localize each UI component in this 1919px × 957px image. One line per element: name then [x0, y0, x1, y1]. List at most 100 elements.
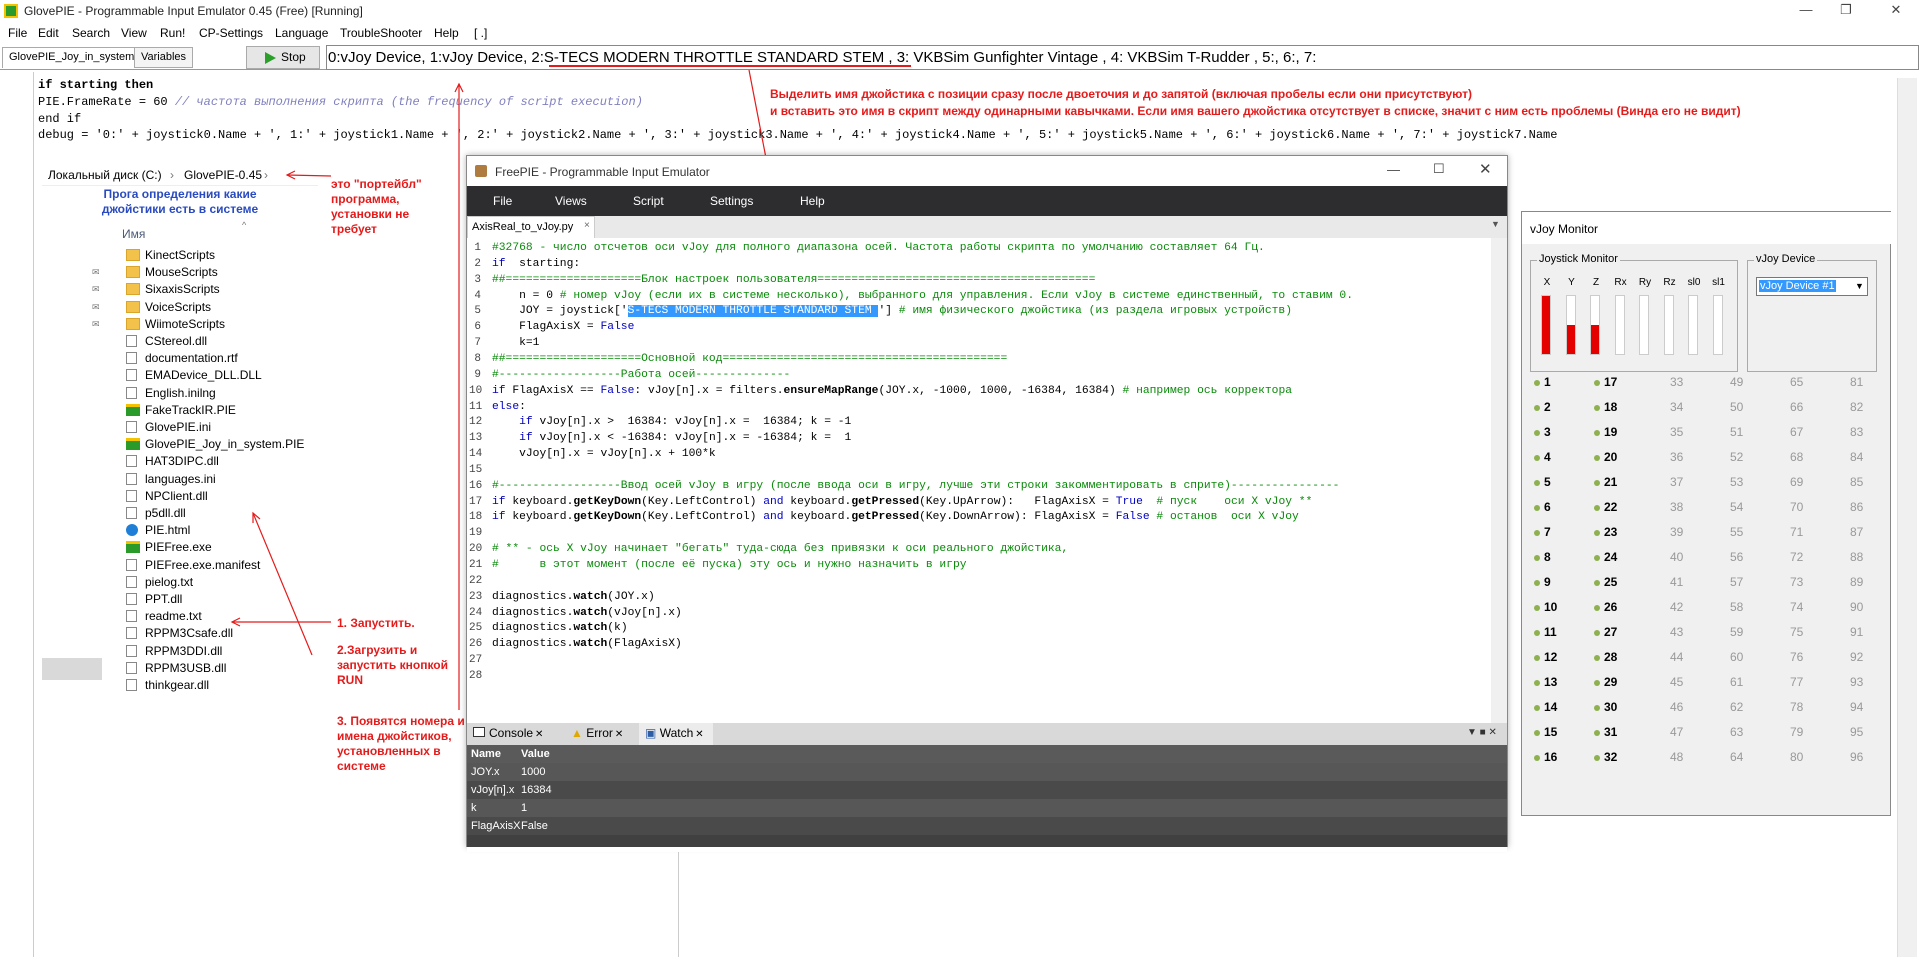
- button-indicator: 70: [1790, 500, 1804, 514]
- fp-menu-views[interactable]: Views: [555, 194, 587, 208]
- fp-menu-help[interactable]: Help: [800, 194, 825, 208]
- vjoy-device-label: vJoy Device: [1754, 253, 1818, 265]
- watch-name-cell: vJoy[n].x: [471, 784, 515, 796]
- code-line[interactable]: #------------------Ввод осей vJoy в игру…: [492, 480, 1339, 492]
- fp-minimize-icon[interactable]: —: [1387, 162, 1400, 177]
- status-dot-icon: [1594, 604, 1600, 611]
- code-line[interactable]: JOY = joystick['S-TECS MODERN THROTTLE S…: [492, 305, 1292, 318]
- button-indicator: 24: [1594, 550, 1617, 564]
- button-indicator: 71: [1790, 525, 1804, 539]
- bottom-panel: Console ✕ ▲ Error ✕ ▣ Watch ✕ ▼ ■ ✕ Name Va…: [467, 723, 1507, 847]
- device-select-value: vJoy Device #1: [1759, 280, 1836, 292]
- line-number: 18: [469, 511, 483, 524]
- fp-menu-script[interactable]: Script: [633, 194, 664, 208]
- button-indicator: 52: [1730, 450, 1744, 464]
- button-indicator: 23: [1594, 525, 1617, 539]
- code-line[interactable]: # в этот момент (после её пуска) эту ось…: [492, 559, 967, 571]
- tab-dropdown-icon[interactable]: ▼: [1491, 219, 1500, 229]
- watch-header: Name Value: [467, 745, 1507, 763]
- axis-label: Rx: [1614, 277, 1627, 288]
- button-indicator: 91: [1850, 625, 1864, 639]
- code-line[interactable]: diagnostics.watch(k): [492, 622, 628, 634]
- status-dot-icon: [1594, 404, 1600, 411]
- button-indicator: 50: [1730, 400, 1744, 414]
- line-number: 14: [469, 448, 483, 461]
- button-indicator: 92: [1850, 650, 1864, 664]
- axis-bar: [1541, 295, 1551, 355]
- table-row[interactable]: vJoy[n].x 16384: [467, 781, 1507, 799]
- button-indicator: 74: [1790, 600, 1804, 614]
- status-dot-icon: [1594, 754, 1600, 761]
- line-number: 13: [469, 432, 483, 445]
- button-indicator: 28: [1594, 650, 1617, 664]
- button-indicator: 17: [1594, 375, 1617, 389]
- device-select[interactable]: vJoy Device #1 ▼: [1756, 277, 1868, 296]
- watch-col-value[interactable]: Value: [521, 748, 550, 760]
- code-line[interactable]: k=1: [492, 337, 539, 349]
- button-indicator: 47: [1670, 725, 1684, 739]
- button-indicator: 63: [1730, 725, 1744, 739]
- code-line[interactable]: #32768 - число отсчетов оси vJoy для пол…: [492, 242, 1265, 254]
- line-number: 23: [469, 590, 483, 603]
- status-dot-icon: [1594, 554, 1600, 561]
- status-dot-icon: [1534, 704, 1540, 711]
- code-line[interactable]: diagnostics.watch(vJoy[n].x): [492, 607, 682, 619]
- code-line[interactable]: vJoy[n].x = vJoy[n].x + 100*k: [492, 448, 716, 460]
- code-line[interactable]: diagnostics.watch(JOY.x): [492, 591, 655, 603]
- code-line[interactable]: if starting:: [492, 258, 580, 270]
- status-dot-icon: [1534, 504, 1540, 511]
- button-indicator: 89: [1850, 575, 1864, 589]
- table-row[interactable]: JOY.x 1000: [467, 763, 1507, 781]
- line-number: 4: [474, 289, 481, 302]
- tab-script-file[interactable]: AxisReal_to_vJoy.py ×: [467, 216, 595, 238]
- line-number: 26: [469, 638, 483, 651]
- code-line[interactable]: if keyboard.getKeyDown(Key.LeftControl) …: [492, 496, 1312, 508]
- line-number: 15: [469, 463, 483, 476]
- button-indicator: 29: [1594, 675, 1617, 689]
- axis-fill: [1591, 325, 1599, 354]
- tab-error[interactable]: ▲ Error ✕: [571, 726, 623, 740]
- code-line[interactable]: if FlagAxisX == False: vJoy[n].x = filte…: [492, 385, 1292, 397]
- watch-value-cell: False: [521, 820, 548, 832]
- button-indicator: 80: [1790, 750, 1804, 764]
- fp-menu-settings[interactable]: Settings: [710, 194, 753, 208]
- tab-close-icon[interactable]: ×: [584, 220, 590, 231]
- line-number: 21: [469, 559, 483, 571]
- fp-close-icon[interactable]: ✕: [1479, 160, 1492, 178]
- code-line[interactable]: # ** - ось X vJoy начинает "бегать" туда…: [492, 543, 1068, 555]
- table-row[interactable]: FlagAxisX False: [467, 817, 1507, 835]
- button-indicator: 49: [1730, 375, 1744, 389]
- code-line[interactable]: if vJoy[n].x < -16384: vJoy[n].x = -1638…: [492, 432, 851, 444]
- status-dot-icon: [1534, 404, 1540, 411]
- watch-close-icon[interactable]: ✕: [695, 729, 703, 740]
- fp-maximize-icon[interactable]: ☐: [1433, 161, 1445, 177]
- code-line[interactable]: if keyboard.getKeyDown(Key.LeftControl) …: [492, 511, 1299, 523]
- line-number: 28: [469, 669, 483, 682]
- code-line[interactable]: FlagAxisX = False: [492, 321, 634, 333]
- line-number: 17: [469, 495, 483, 508]
- code-line[interactable]: n = 0 # номер vJoy (если их в системе не…: [492, 290, 1353, 302]
- code-line[interactable]: #------------------Работа осей----------…: [492, 369, 790, 381]
- table-row[interactable]: k1: [467, 799, 1507, 817]
- status-dot-icon: [1534, 479, 1540, 486]
- button-indicator: 72: [1790, 550, 1804, 564]
- button-indicator: 32: [1594, 750, 1617, 764]
- button-indicator: 78: [1790, 700, 1804, 714]
- code-line[interactable]: ##====================Блок настроек поль…: [492, 274, 1095, 286]
- tab-watch[interactable]: ▣ Watch ✕: [645, 726, 704, 740]
- error-close-icon[interactable]: ✕: [615, 729, 623, 740]
- button-indicator: 16: [1534, 750, 1557, 764]
- axis-label: sl1: [1712, 277, 1725, 288]
- button-indicator: 41: [1670, 575, 1684, 589]
- code-line[interactable]: else:: [492, 401, 526, 413]
- panel-pin-icon[interactable]: ▼ ■ ✕: [1467, 727, 1497, 738]
- button-indicator: 39: [1670, 525, 1684, 539]
- code-line[interactable]: ##====================Основной код======…: [492, 353, 1007, 365]
- code-line[interactable]: diagnostics.watch(FlagAxisX): [492, 638, 682, 650]
- tab-console[interactable]: Console ✕: [473, 726, 543, 740]
- fp-menu-file[interactable]: File: [493, 194, 512, 208]
- code-line[interactable]: if vJoy[n].x > 16384: vJoy[n].x = 16384;…: [492, 416, 851, 428]
- fp-vscroll[interactable]: [1491, 238, 1507, 725]
- watch-col-name[interactable]: Name: [471, 748, 501, 760]
- console-close-icon[interactable]: ✕: [535, 729, 543, 740]
